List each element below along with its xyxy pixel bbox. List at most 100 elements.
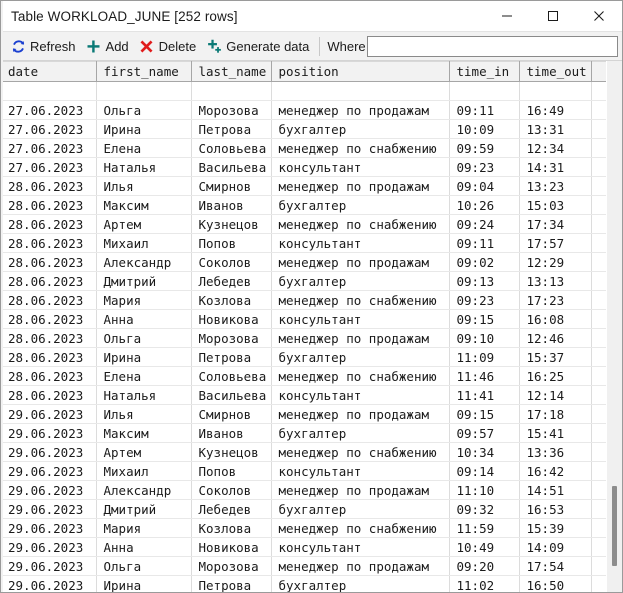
cell-position[interactable]: менеджер по продажам xyxy=(271,100,450,120)
cell-time-out[interactable]: 17:34 xyxy=(519,214,592,234)
column-header-last-name[interactable]: last_name xyxy=(191,61,272,82)
table-row[interactable]: 29.06.2023 Максим Иванов бухгалтер 09:57 15:4… xyxy=(1,423,606,443)
cell-time-out[interactable]: 13:36 xyxy=(519,442,592,462)
column-header-date[interactable]: date xyxy=(1,61,97,82)
cell-first-name[interactable]: Ирина xyxy=(96,575,192,592)
cell-first-name[interactable]: Илья xyxy=(96,404,192,424)
cell-time-out[interactable]: 12:29 xyxy=(519,252,592,272)
add-button[interactable]: Add xyxy=(83,35,136,58)
cell-date[interactable]: 29.06.2023 xyxy=(1,537,97,557)
cell-last-name[interactable]: Иванов xyxy=(191,423,272,443)
cell-first-name[interactable]: Максим xyxy=(96,423,192,443)
cell-date[interactable]: 28.06.2023 xyxy=(1,328,97,348)
cell-position[interactable]: бухгалтер xyxy=(271,347,450,367)
cell-time-in[interactable]: 09:11 xyxy=(449,100,520,120)
table-row[interactable]: 28.06.2023 Илья Смирнов менеджер по продажа… xyxy=(1,176,606,196)
cell-time-out[interactable]: 13:13 xyxy=(519,271,592,291)
cell-first-name[interactable]: Михаил xyxy=(96,461,192,481)
cell-time-out[interactable]: 12:46 xyxy=(519,328,592,348)
cell-last-name[interactable]: Кузнецов xyxy=(191,442,272,462)
cell-date[interactable]: 28.06.2023 xyxy=(1,176,97,196)
cell-first-name[interactable]: Артем xyxy=(96,442,192,462)
cell-time-out[interactable]: 16:49 xyxy=(519,100,592,120)
cell-first-name[interactable]: Анна xyxy=(96,537,192,557)
cell-first-name[interactable]: Михаил xyxy=(96,233,192,253)
cell-time-out[interactable]: 14:31 xyxy=(519,157,592,177)
cell-time-in[interactable]: 09:59 xyxy=(449,138,520,158)
cell-last-name[interactable]: Попов xyxy=(191,461,272,481)
cell-time-out[interactable]: 15:41 xyxy=(519,423,592,443)
cell-position[interactable]: менеджер по продажам xyxy=(271,176,450,196)
cell-time-out[interactable]: 16:50 xyxy=(519,575,592,592)
cell-time-in[interactable]: 09:20 xyxy=(449,556,520,576)
cell-position[interactable]: консультант xyxy=(271,537,450,557)
cell-first-name[interactable]: Артем xyxy=(96,214,192,234)
cell-date[interactable]: 28.06.2023 xyxy=(1,195,97,215)
cell-position[interactable]: бухгалтер xyxy=(271,195,450,215)
where-input[interactable] xyxy=(366,35,618,57)
refresh-button[interactable]: Refresh xyxy=(7,35,83,58)
cell-position[interactable]: менеджер по снабжению xyxy=(271,366,450,386)
cell-time-out[interactable]: 17:23 xyxy=(519,290,592,310)
cell-last-name[interactable]: Соловьева xyxy=(191,366,272,386)
cell-date[interactable]: 28.06.2023 xyxy=(1,271,97,291)
cell-first-name[interactable]: Мария xyxy=(96,290,192,310)
cell-time-in[interactable]: 09:02 xyxy=(449,252,520,272)
cell-first-name[interactable]: Ольга xyxy=(96,100,192,120)
cell-time-in[interactable]: 11:59 xyxy=(449,518,520,538)
table-row[interactable]: 28.06.2023 Ирина Петрова бухгалтер 11:09 15:3… xyxy=(1,347,606,367)
cell-date[interactable]: 27.06.2023 xyxy=(1,138,97,158)
cell-position[interactable]: консультант xyxy=(271,309,450,329)
cell-first-name[interactable]: Наталья xyxy=(96,385,192,405)
cell-last-name[interactable]: Петрова xyxy=(191,575,272,592)
cell-date[interactable]: 28.06.2023 xyxy=(1,290,97,310)
cell-date[interactable]: 28.06.2023 xyxy=(1,309,97,329)
column-header-position[interactable]: position xyxy=(271,61,450,82)
table-row[interactable]: 28.06.2023 Артем Кузнецов менеджер по снабж… xyxy=(1,214,606,234)
table-row[interactable]: 28.06.2023 Елена Соловьева менеджер по снаб… xyxy=(1,366,606,386)
cell-time-out[interactable]: 16:53 xyxy=(519,499,592,519)
cell-time-out[interactable]: 17:18 xyxy=(519,404,592,424)
table-row[interactable]: 29.06.2023 Ирина Петрова бухгалтер 11:02 16:5… xyxy=(1,575,606,592)
cell-last-name[interactable]: Соколов xyxy=(191,480,272,500)
cell-last-name[interactable]: Козлова xyxy=(191,518,272,538)
cell-last-name[interactable]: Васильева xyxy=(191,385,272,405)
cell-date[interactable]: 27.06.2023 xyxy=(1,119,97,139)
table-row[interactable]: 28.06.2023 Максим Иванов бухгалтер 10:26 15:0… xyxy=(1,195,606,215)
cell-time-out[interactable]: 16:25 xyxy=(519,366,592,386)
cell-last-name[interactable]: Новикова xyxy=(191,309,272,329)
cell-time-out[interactable]: 17:54 xyxy=(519,556,592,576)
cell-date[interactable]: 29.06.2023 xyxy=(1,404,97,424)
cell-first-name[interactable]: Ольга xyxy=(96,328,192,348)
cell-position[interactable]: менеджер по снабжению xyxy=(271,290,450,310)
table-row[interactable]: 27.06.2023 Елена Соловьева менеджер по снаб… xyxy=(1,138,606,158)
cell-time-in[interactable]: 11:09 xyxy=(449,347,520,367)
cell-first-name[interactable]: Александр xyxy=(96,252,192,272)
cell-position[interactable]: менеджер по снабжению xyxy=(271,214,450,234)
cell-last-name[interactable]: Смирнов xyxy=(191,176,272,196)
cell-date[interactable]: 29.06.2023 xyxy=(1,556,97,576)
cell-last-name[interactable]: Васильева xyxy=(191,157,272,177)
table-row[interactable]: 29.06.2023 Илья Смирнов менеджер по продажа… xyxy=(1,404,606,424)
cell-date[interactable]: 29.06.2023 xyxy=(1,499,97,519)
generate-data-button[interactable]: Generate data xyxy=(203,35,316,58)
table-row[interactable]: 27.06.2023 Ирина Петрова бухгалтер 10:09 13:3… xyxy=(1,119,606,139)
cell-time-in[interactable]: 10:49 xyxy=(449,537,520,557)
table-row[interactable]: 28.06.2023 Михаил Попов консультант 09:11 17:… xyxy=(1,233,606,253)
cell-position[interactable]: менеджер по снабжению xyxy=(271,442,450,462)
cell-date[interactable]: 28.06.2023 xyxy=(1,233,97,253)
cell-date[interactable]: 29.06.2023 xyxy=(1,423,97,443)
cell-time-in[interactable]: 09:11 xyxy=(449,233,520,253)
cell-first-name[interactable]: Елена xyxy=(96,138,192,158)
cell-time-out[interactable]: 16:08 xyxy=(519,309,592,329)
cell-time-in[interactable]: 10:26 xyxy=(449,195,520,215)
cell-last-name[interactable]: Петрова xyxy=(191,347,272,367)
table-row[interactable]: 29.06.2023 Михаил Попов консультант 09:14 16:… xyxy=(1,461,606,481)
cell-first-name[interactable]: Наталья xyxy=(96,157,192,177)
cell-last-name[interactable]: Смирнов xyxy=(191,404,272,424)
table-row[interactable]: 29.06.2023 Александр Соколов менеджер по пр… xyxy=(1,480,606,500)
cell-time-out[interactable]: 16:42 xyxy=(519,461,592,481)
cell-time-out[interactable]: 15:37 xyxy=(519,347,592,367)
cell-time-in[interactable]: 09:23 xyxy=(449,290,520,310)
cell-time-out[interactable]: 13:23 xyxy=(519,176,592,196)
